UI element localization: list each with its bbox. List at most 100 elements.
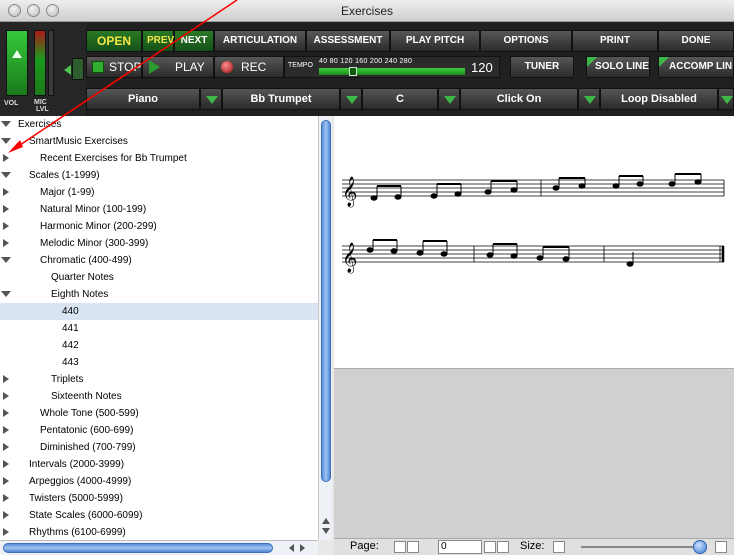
- last-page-button[interactable]: [497, 541, 509, 553]
- disclosure-collapsed-icon[interactable]: [3, 409, 9, 417]
- tree-item[interactable]: Intervals (2000-3999): [0, 456, 318, 473]
- instrument-1-select[interactable]: Piano: [86, 88, 200, 110]
- open-button[interactable]: OPEN: [86, 30, 142, 52]
- side-panel-toggle[interactable]: [72, 58, 84, 80]
- page-number-input[interactable]: 0: [438, 540, 482, 554]
- solo-line-button[interactable]: SOLO LINE: [586, 56, 650, 78]
- scroll-down-icon[interactable]: [322, 528, 330, 534]
- stop-button[interactable]: STOP: [86, 56, 142, 78]
- disclosure-expanded-icon[interactable]: [1, 257, 11, 263]
- next-page-button[interactable]: [484, 541, 496, 553]
- tree-vertical-scrollbar[interactable]: [318, 116, 332, 540]
- tempo-slider-thumb[interactable]: [349, 67, 357, 76]
- zoom-in-icon[interactable]: [715, 541, 727, 553]
- click-dropdown[interactable]: [578, 88, 600, 110]
- tree-item[interactable]: Major (1-99): [0, 184, 318, 201]
- disclosure-expanded-icon[interactable]: [1, 291, 11, 297]
- play-button[interactable]: PLAY: [142, 56, 214, 78]
- previous-page-button[interactable]: [407, 541, 419, 553]
- tree-item-label: Diminished (700-799): [40, 442, 136, 453]
- tempo-control: TEMPO 40 80 120 160 200 240 280 120: [284, 56, 500, 78]
- volume-slider[interactable]: [6, 30, 28, 96]
- loop-select[interactable]: Loop Disabled: [600, 88, 718, 110]
- first-page-button[interactable]: [394, 541, 406, 553]
- tree-item[interactable]: Whole Tone (500-599): [0, 405, 318, 422]
- tree-horizontal-scroll-thumb[interactable]: [3, 543, 273, 553]
- tree-vertical-scroll-thumb[interactable]: [321, 120, 331, 482]
- done-button[interactable]: DONE: [658, 30, 734, 52]
- next-button[interactable]: NEXT: [174, 30, 214, 52]
- tree-item[interactable]: State Scales (6000-6099): [0, 507, 318, 524]
- tree-item[interactable]: Eighth Notes: [0, 286, 318, 303]
- disclosure-collapsed-icon[interactable]: [3, 392, 9, 400]
- tree-item[interactable]: 441: [0, 320, 318, 337]
- disclosure-collapsed-icon[interactable]: [3, 477, 9, 485]
- disclosure-expanded-icon[interactable]: [1, 172, 11, 178]
- scroll-up-icon[interactable]: [322, 518, 330, 524]
- disclosure-collapsed-icon[interactable]: [3, 443, 9, 451]
- page-label: Page:: [350, 540, 379, 552]
- instrument-2-dropdown[interactable]: [340, 88, 362, 110]
- tree-item[interactable]: Arpeggios (4000-4999): [0, 473, 318, 490]
- instrument-2-select[interactable]: Bb Trumpet: [222, 88, 340, 110]
- disclosure-collapsed-icon[interactable]: [3, 511, 9, 519]
- disclosure-collapsed-icon[interactable]: [3, 426, 9, 434]
- record-icon: [221, 61, 233, 73]
- disclosure-collapsed-icon[interactable]: [3, 494, 9, 502]
- tree-horizontal-scrollbar[interactable]: [0, 540, 318, 555]
- tree-item-label: Chromatic (400-499): [40, 255, 132, 266]
- print-button[interactable]: PRINT: [572, 30, 658, 52]
- scroll-right-icon[interactable]: [300, 544, 305, 552]
- articulation-button[interactable]: ARTICULATION: [214, 30, 306, 52]
- tree-item[interactable]: Pentatonic (600-699): [0, 422, 318, 439]
- scroll-left-icon[interactable]: [289, 544, 294, 552]
- tree-item[interactable]: Sixteenth Notes: [0, 388, 318, 405]
- tree-item[interactable]: 443: [0, 354, 318, 371]
- tree-item[interactable]: Scales (1-1999): [0, 167, 318, 184]
- accomp-line-button[interactable]: ACCOMP LIN: [658, 56, 734, 78]
- tree-item[interactable]: Rhythms (6100-6999): [0, 524, 318, 540]
- tree-item[interactable]: Triplets: [0, 371, 318, 388]
- record-button[interactable]: REC: [214, 56, 284, 78]
- tree-item[interactable]: Natural Minor (100-199): [0, 201, 318, 218]
- tree-item[interactable]: Harmonic Minor (200-299): [0, 218, 318, 235]
- disclosure-expanded-icon[interactable]: [1, 138, 11, 144]
- play-pitch-button[interactable]: PLAY PITCH: [390, 30, 480, 52]
- tree-item-label: State Scales (6000-6099): [29, 510, 143, 521]
- tree-item[interactable]: 440: [0, 303, 318, 320]
- disclosure-collapsed-icon[interactable]: [3, 375, 9, 383]
- tree-item[interactable]: Quarter Notes: [0, 269, 318, 286]
- key-select[interactable]: C: [362, 88, 438, 110]
- size-slider-knob[interactable]: [693, 540, 707, 554]
- disclosure-collapsed-icon[interactable]: [3, 205, 9, 213]
- disclosure-collapsed-icon[interactable]: [3, 239, 9, 247]
- disclosure-collapsed-icon[interactable]: [3, 188, 9, 196]
- collapse-arrow-icon[interactable]: [64, 65, 71, 75]
- zoom-out-icon[interactable]: [553, 541, 565, 553]
- disclosure-collapsed-icon[interactable]: [3, 222, 9, 230]
- accomp-line-corner-icon: [659, 57, 669, 67]
- instrument-1-dropdown[interactable]: [200, 88, 222, 110]
- tree-item[interactable]: 442: [0, 337, 318, 354]
- tuner-button[interactable]: TUNER: [510, 56, 574, 78]
- loop-dropdown[interactable]: [718, 88, 734, 110]
- disclosure-expanded-icon[interactable]: [1, 121, 11, 127]
- click-select[interactable]: Click On: [460, 88, 578, 110]
- tree-item[interactable]: Diminished (700-799): [0, 439, 318, 456]
- tree-item[interactable]: Chromatic (400-499): [0, 252, 318, 269]
- tree-item[interactable]: SmartMusic Exercises: [0, 133, 318, 150]
- tree-item[interactable]: Recent Exercises for Bb Trumpet: [0, 150, 318, 167]
- disclosure-collapsed-icon[interactable]: [3, 154, 9, 162]
- assessment-button[interactable]: ASSESSMENT: [306, 30, 390, 52]
- disclosure-collapsed-icon[interactable]: [3, 528, 9, 536]
- page-bar: Page: 0 Size:: [334, 538, 734, 555]
- options-button[interactable]: OPTIONS: [480, 30, 572, 52]
- size-slider[interactable]: [581, 546, 699, 548]
- tempo-slider[interactable]: [319, 68, 465, 75]
- prev-button[interactable]: PREV: [142, 30, 174, 52]
- tree-item[interactable]: Exercises: [0, 116, 318, 133]
- key-dropdown[interactable]: [438, 88, 460, 110]
- tree-item[interactable]: Twisters (5000-5999): [0, 490, 318, 507]
- disclosure-collapsed-icon[interactable]: [3, 460, 9, 468]
- tree-item[interactable]: Melodic Minor (300-399): [0, 235, 318, 252]
